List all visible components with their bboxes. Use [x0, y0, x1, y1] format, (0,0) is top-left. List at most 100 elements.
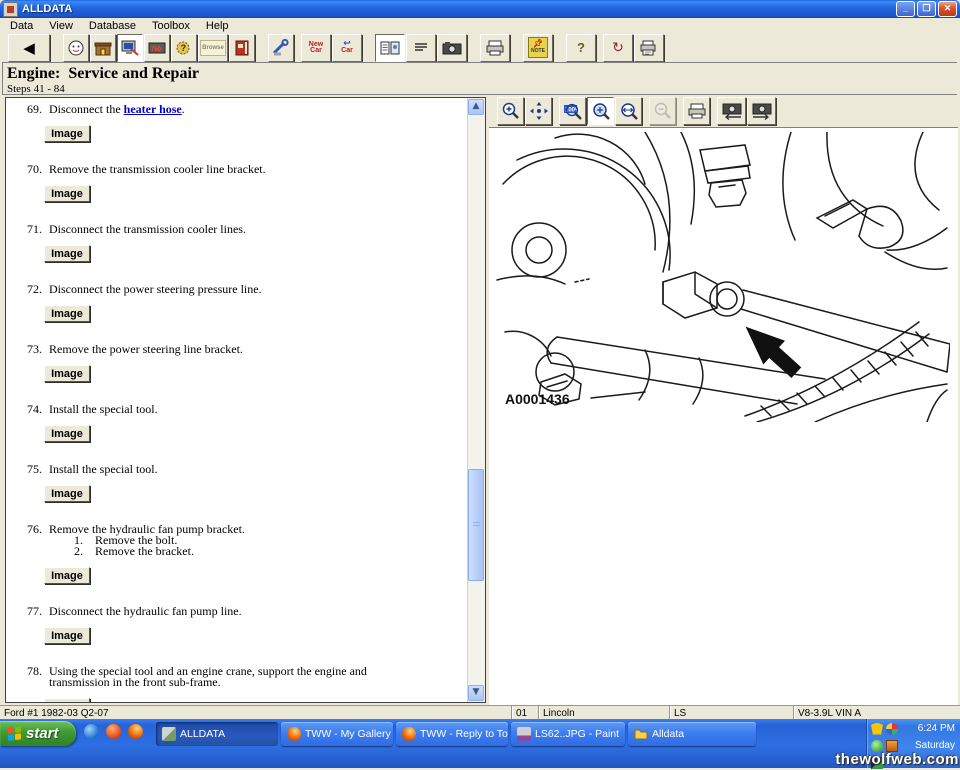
scroll-up-arrow[interactable]: ▲	[468, 99, 484, 115]
menu-help[interactable]: Help	[198, 19, 237, 33]
step-71: 71. Disconnect the transmission cooler l…	[24, 224, 468, 235]
notes-button[interactable]: 📌︎NOTE	[523, 34, 553, 62]
print-button[interactable]	[480, 34, 510, 62]
back-button[interactable]: ◀	[8, 34, 50, 62]
customer-button[interactable]	[63, 34, 89, 62]
labor-button[interactable]: ?	[171, 34, 197, 62]
folder-icon	[634, 727, 648, 741]
menu-data[interactable]: Data	[2, 19, 41, 33]
new-car-icon: New Car	[306, 42, 326, 54]
task-alldata-folder[interactable]: Alldata	[628, 722, 756, 746]
menu-database[interactable]: Database	[81, 19, 144, 33]
firefox-icon	[402, 727, 416, 741]
image-button[interactable]: Image	[44, 698, 90, 702]
engine-line-drawing: A0001436	[495, 132, 950, 422]
procedure-pane: 69. Disconnect the heater hose. Image 70…	[5, 97, 486, 703]
printer-icon	[687, 102, 707, 120]
gear-question-icon: ?	[175, 39, 193, 57]
task-paint[interactable]: LS62..JPG - Paint	[511, 722, 625, 746]
zoom-100-button[interactable]: 100%	[559, 97, 586, 125]
print-image-button[interactable]	[683, 97, 710, 125]
menu-toolbox[interactable]: Toolbox	[144, 19, 198, 33]
return-car-button[interactable]: ↩Car	[332, 34, 362, 62]
image-button[interactable]: Image	[44, 185, 90, 202]
shop-button[interactable]	[90, 34, 116, 62]
window-title: ALLDATA	[22, 3, 72, 15]
computer-icon	[121, 39, 139, 57]
image-button[interactable]: Image	[44, 425, 90, 442]
image-button[interactable]: Image	[44, 365, 90, 382]
help-icon: ?	[577, 40, 585, 55]
text-view-icon	[413, 39, 429, 57]
task-tww-gallery[interactable]: TWW - My Gallery - M...	[281, 722, 393, 746]
minimize-button[interactable]: _	[896, 1, 915, 17]
pan-button[interactable]	[525, 97, 552, 125]
menu-view[interactable]: View	[41, 19, 81, 33]
zoom-100-icon: 100%	[563, 101, 583, 121]
task-tww-reply[interactable]: TWW - Reply to Topic...	[396, 722, 508, 746]
status-make: Lincoln	[538, 706, 669, 720]
fit-window-button[interactable]	[587, 97, 614, 125]
book-button[interactable]	[229, 34, 255, 62]
antivirus-tray-icon[interactable]	[871, 740, 883, 752]
new-car-button[interactable]: New Car	[301, 34, 331, 62]
tools-button[interactable]	[268, 34, 294, 62]
clock: 6:24 PM	[918, 723, 960, 734]
step-74: 74. Install the special tool.	[24, 404, 468, 415]
zoom-in-button[interactable]	[497, 97, 524, 125]
title-bar: ALLDATA _ ❐ ✕	[0, 0, 960, 18]
mail-quick-launch-icon[interactable]	[106, 724, 121, 739]
firefox-quick-launch-icon[interactable]	[128, 724, 143, 739]
step-70: 70. Remove the transmission cooler line …	[24, 164, 468, 175]
print-setup-icon	[639, 39, 659, 57]
quick-launch	[84, 724, 143, 739]
status-code: 01	[511, 706, 538, 720]
customer-face-icon	[67, 39, 85, 57]
print-setup-button[interactable]	[634, 34, 664, 62]
figure-label: A0001436	[505, 391, 570, 407]
security-shield-icon[interactable]	[871, 723, 883, 735]
start-button[interactable]: start	[0, 721, 76, 746]
image-button[interactable]: Image	[44, 567, 90, 584]
pan-icon	[529, 101, 549, 121]
parts-button[interactable]: 750	[144, 34, 170, 62]
browse-button[interactable]: Browse	[198, 34, 228, 62]
illustration-pane: 100%	[489, 95, 958, 705]
close-button[interactable]: ✕	[938, 1, 957, 17]
fit-width-button[interactable]	[615, 97, 642, 125]
firefox-icon	[287, 727, 301, 741]
image-button[interactable]: Image	[44, 125, 90, 142]
image-toolbar: 100%	[489, 95, 958, 128]
parts-display-icon: 750	[148, 39, 166, 57]
image-button[interactable]: Image	[44, 485, 90, 502]
step-72: 72. Disconnect the power steering pressu…	[24, 284, 468, 295]
next-image-button[interactable]	[747, 97, 776, 125]
image-view-button[interactable]	[437, 34, 467, 62]
step-73: 73. Remove the power steering line brack…	[24, 344, 468, 355]
task-alldata-window[interactable]: ALLDATA	[156, 722, 278, 746]
printer-icon	[485, 39, 505, 57]
browser-quick-launch-icon[interactable]	[84, 724, 99, 739]
diagnostics-button[interactable]	[117, 34, 143, 62]
refresh-vehicle-button[interactable]: ↻	[603, 34, 633, 62]
page-title: Engine: Service and Repair	[7, 63, 957, 83]
engine-figure: A0001436	[489, 128, 958, 705]
windows-flag-icon	[8, 726, 22, 741]
tray-app-icon[interactable]	[886, 723, 898, 735]
heater-hose-link[interactable]: heater hose	[124, 102, 182, 116]
text-image-view-button[interactable]	[375, 34, 405, 62]
previous-image-button[interactable]	[717, 97, 746, 125]
image-button[interactable]: Image	[44, 305, 90, 322]
image-button[interactable]: Image	[44, 627, 90, 644]
status-engine: V8-3.9L VIN A	[793, 706, 960, 720]
text-view-button[interactable]	[406, 34, 436, 62]
main-toolbar: ◀ 750 ? Browse New Car ↩Car	[2, 33, 958, 62]
updates-tray-icon[interactable]	[886, 740, 898, 752]
steps-scrollbar[interactable]: ▲ ▼	[467, 98, 485, 702]
scrollbar-thumb[interactable]	[468, 469, 484, 581]
step-75: 75. Install the special tool.	[24, 464, 468, 475]
restore-button[interactable]: ❐	[917, 1, 936, 17]
help-button[interactable]: ?	[566, 34, 596, 62]
scroll-down-arrow[interactable]: ▼	[468, 685, 484, 701]
image-button[interactable]: Image	[44, 245, 90, 262]
